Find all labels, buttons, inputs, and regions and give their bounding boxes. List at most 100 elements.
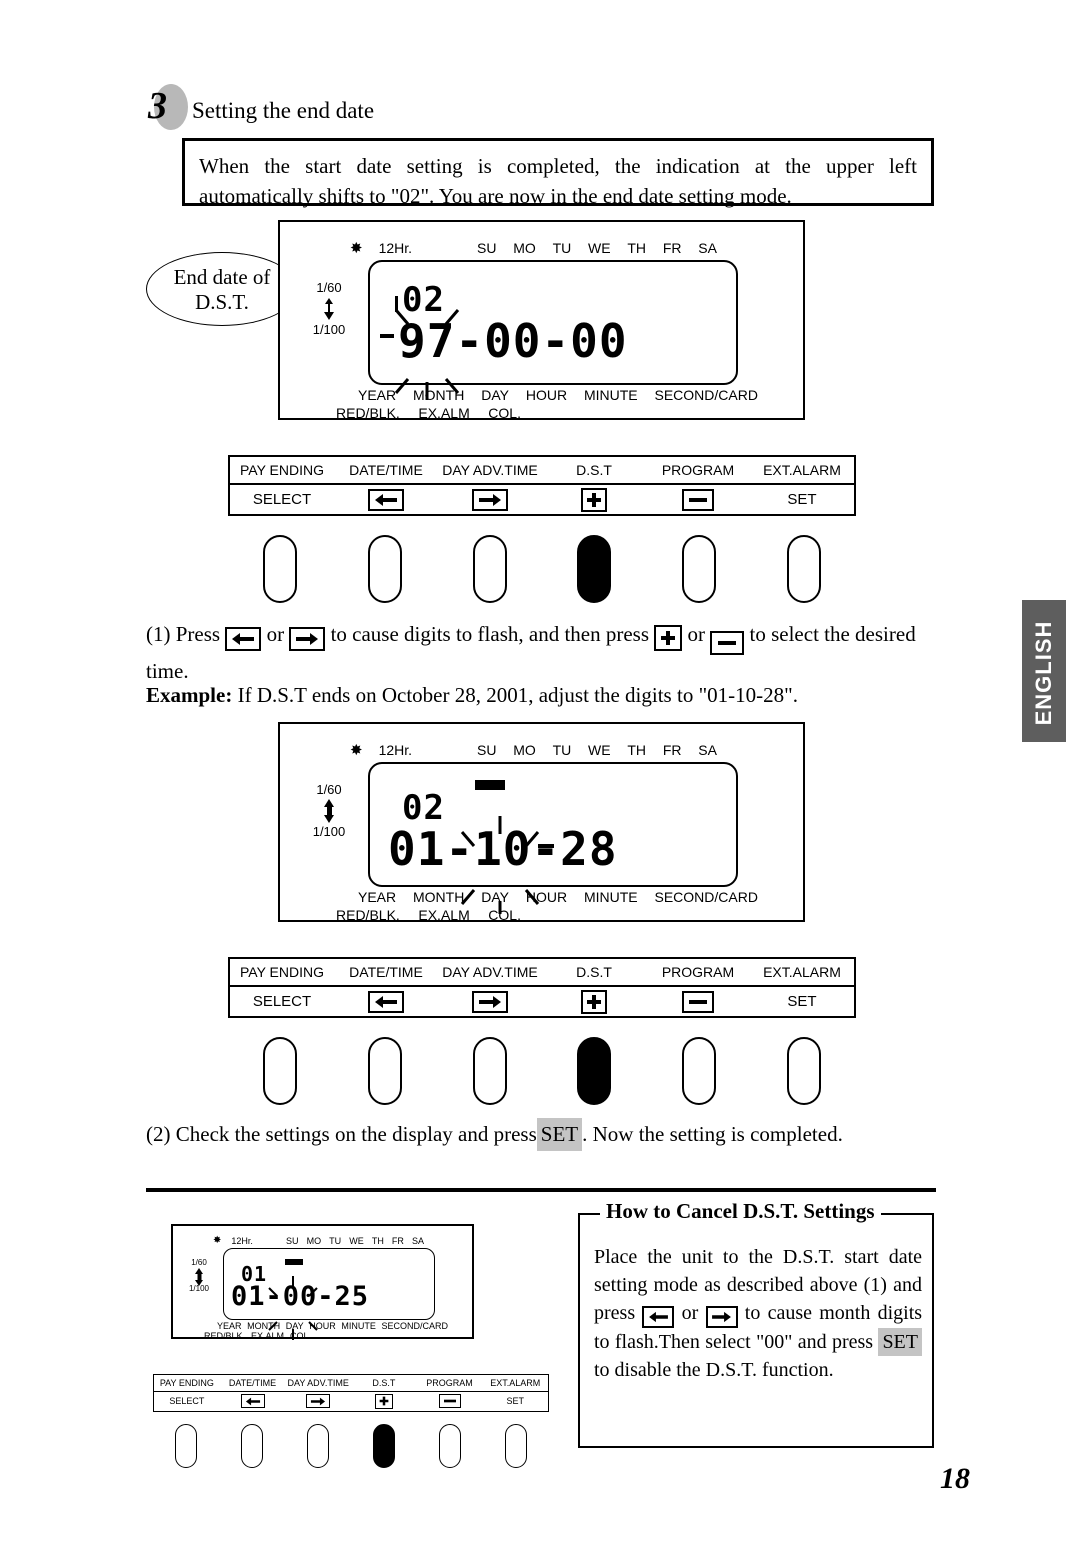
- keycap-ext-alarm[interactable]: [483, 1424, 549, 1469]
- cancel-panel-title: How to Cancel D.S.T. Settings: [600, 1199, 881, 1224]
- plus-icon[interactable]: [581, 989, 607, 1014]
- minus-icon[interactable]: [682, 488, 714, 511]
- weekday-fr: FR: [662, 240, 682, 256]
- keycap-pay-ending[interactable]: [228, 535, 333, 605]
- keycap-shape[interactable]: [577, 1037, 612, 1105]
- keycap-shape[interactable]: [368, 535, 402, 603]
- keycap-pay-ending[interactable]: [153, 1424, 219, 1469]
- key-plus[interactable]: [542, 485, 646, 514]
- weekday-we: WE: [588, 240, 611, 256]
- cancel-part-3: to disable the D.S.T. function.: [594, 1359, 834, 1381]
- arrow-left-icon[interactable]: [225, 627, 262, 651]
- key-select[interactable]: SELECT: [154, 1392, 220, 1410]
- keycap-day-adv-time[interactable]: [437, 535, 542, 605]
- footer-redblk: RED/BLK.: [204, 1331, 246, 1341]
- footer-second-card: SECOND/CARD: [654, 889, 758, 905]
- arrow-left-icon[interactable]: [368, 488, 404, 511]
- arrow-right-icon[interactable]: [472, 488, 508, 511]
- plus-icon[interactable]: [581, 487, 607, 512]
- keycap-shape[interactable]: [505, 1424, 527, 1468]
- arrow-right-icon[interactable]: [472, 990, 508, 1013]
- keycap-ext-alarm[interactable]: [751, 1037, 856, 1107]
- arrow-right-icon[interactable]: [705, 1306, 738, 1328]
- key-arrow-left[interactable]: [220, 1392, 286, 1410]
- key-plus[interactable]: [542, 987, 646, 1016]
- keycap-dst-active[interactable]: [351, 1424, 417, 1469]
- key-minus[interactable]: [646, 987, 750, 1016]
- key-arrow-left[interactable]: [334, 987, 438, 1016]
- key-arrow-right[interactable]: [438, 485, 542, 514]
- keycap-shape[interactable]: [439, 1424, 461, 1468]
- step-number: 3: [148, 85, 167, 127]
- keycap-date-time[interactable]: [333, 1037, 438, 1107]
- keycap-shape[interactable]: [786, 535, 821, 603]
- key-arrow-right[interactable]: [285, 1392, 351, 1410]
- function-label-pay-ending: PAY ENDING: [239, 462, 325, 478]
- keycap-shape[interactable]: [307, 1424, 329, 1468]
- arrow-left-icon[interactable]: [368, 990, 404, 1013]
- keycap-shape[interactable]: [786, 1037, 821, 1105]
- keycap-shape[interactable]: [241, 1424, 263, 1468]
- keycap-dst-active[interactable]: [542, 1037, 647, 1107]
- key-plus[interactable]: [351, 1392, 417, 1410]
- keycap-program[interactable]: [417, 1424, 483, 1469]
- footer-col: COL.: [289, 1331, 311, 1341]
- function-label-pay-ending: PAY ENDING: [159, 1378, 214, 1388]
- key-minus[interactable]: [646, 485, 750, 514]
- set-key-chip[interactable]: SET: [878, 1328, 922, 1356]
- keycap-shape[interactable]: [175, 1424, 197, 1468]
- lcd1-rate-arrow-icon: [324, 298, 334, 320]
- instruction-step-1: (1) Press or to cause digits to flash, a…: [146, 618, 936, 688]
- weekday-tu: TU: [552, 742, 572, 758]
- keycap-date-time[interactable]: [333, 535, 438, 605]
- footer-year: YEAR: [358, 387, 397, 403]
- minus-icon[interactable]: [438, 1394, 461, 1408]
- keycap-pay-ending[interactable]: [228, 1037, 333, 1107]
- arrow-left-icon[interactable]: [642, 1306, 675, 1328]
- key-arrow-left[interactable]: [334, 485, 438, 514]
- step-title: Setting the end date: [192, 98, 375, 123]
- set-key-chip[interactable]: SET: [536, 1118, 583, 1151]
- keycap-date-time[interactable]: [219, 1424, 285, 1469]
- lcd1-rate-top: 1/60: [316, 280, 342, 295]
- keycap-shape[interactable]: [682, 535, 717, 603]
- key-set[interactable]: SET: [482, 1392, 548, 1410]
- keycap-shape[interactable]: [682, 1037, 717, 1105]
- arrow-right-icon[interactable]: [306, 1394, 331, 1408]
- arrow-left-icon[interactable]: [240, 1394, 265, 1408]
- keycap-program[interactable]: [647, 535, 752, 605]
- key-set[interactable]: SET: [750, 987, 854, 1016]
- lcd3-footer-row-2: RED/BLK. EX.ALM COL.: [204, 1331, 311, 1341]
- key-panel-3-function-row: PAY ENDING DATE/TIME DAY ADV.TIME D.S.T …: [154, 1375, 548, 1392]
- plus-icon[interactable]: [654, 625, 683, 651]
- key-select[interactable]: SELECT: [230, 485, 334, 514]
- key-set[interactable]: SET: [750, 485, 854, 514]
- arrow-right-icon[interactable]: [289, 627, 326, 651]
- function-label-day-adv-time: DAY ADV.TIME: [442, 462, 538, 478]
- function-label-dst: D.S.T: [576, 462, 612, 478]
- key-select[interactable]: SELECT: [230, 987, 334, 1016]
- keycap-ext-alarm[interactable]: [751, 535, 856, 605]
- minus-icon[interactable]: [682, 990, 714, 1013]
- keycap-shape[interactable]: [368, 1037, 402, 1105]
- minus-icon[interactable]: [710, 631, 745, 655]
- footer-exalm: EX.ALM: [250, 1331, 284, 1341]
- key-arrow-right[interactable]: [438, 987, 542, 1016]
- keycap-shape[interactable]: [263, 1037, 298, 1105]
- key-caps-row-1: [228, 535, 856, 605]
- keycap-day-adv-time[interactable]: [285, 1424, 351, 1469]
- instruction-1-part-b: to cause digits to flash, and then press: [330, 622, 650, 646]
- plus-icon[interactable]: [374, 1393, 393, 1409]
- keycap-shape[interactable]: [577, 535, 612, 603]
- callout-line-1: End date of: [173, 265, 271, 289]
- weekday-su: SU: [286, 1236, 299, 1246]
- keycap-shape[interactable]: [263, 535, 298, 603]
- instruction-2-tail: . Now the setting is completed.: [582, 1122, 843, 1146]
- key-minus[interactable]: [417, 1392, 483, 1410]
- keycap-shape[interactable]: [472, 1037, 507, 1105]
- keycap-program[interactable]: [647, 1037, 752, 1107]
- keycap-shape[interactable]: [472, 535, 507, 603]
- keycap-dst-active[interactable]: [542, 535, 647, 605]
- keycap-day-adv-time[interactable]: [437, 1037, 542, 1107]
- keycap-shape[interactable]: [373, 1424, 395, 1468]
